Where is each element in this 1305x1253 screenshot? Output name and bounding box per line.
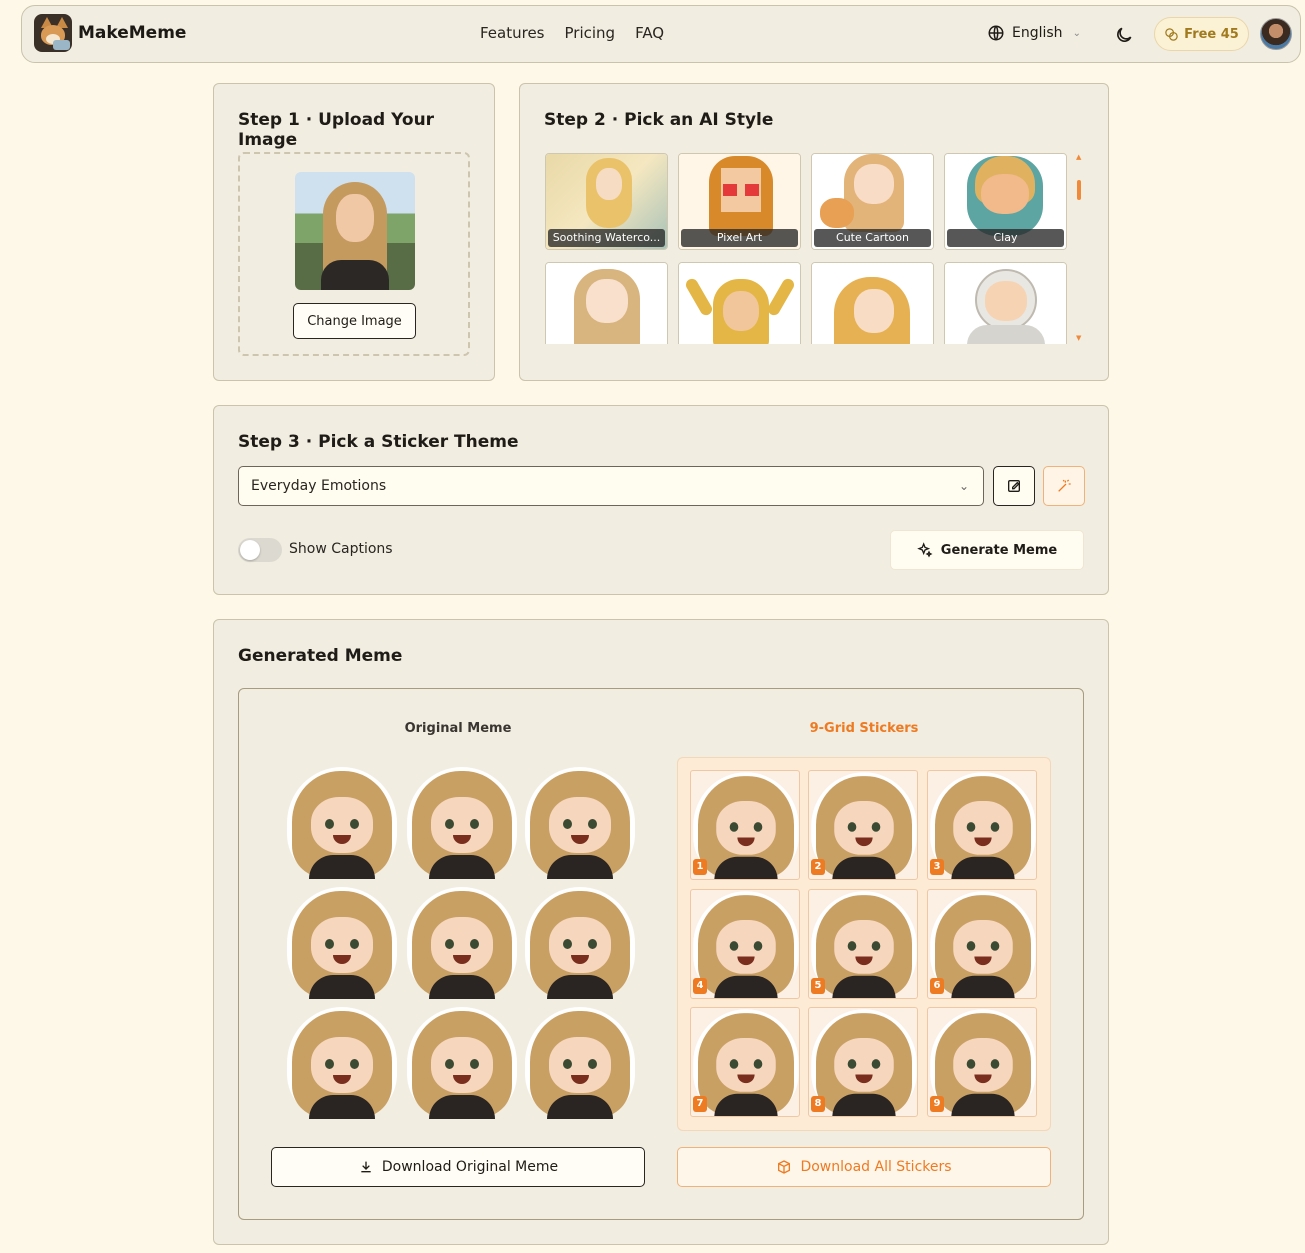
sticker-cell[interactable]: 2: [808, 770, 918, 880]
chevron-down-icon: ⌄: [1072, 27, 1081, 39]
style-gallery-scrollbar[interactable]: ▲ ▼: [1076, 154, 1082, 342]
nav-features[interactable]: Features: [480, 24, 545, 42]
sticker-image: [930, 772, 1036, 879]
credits-label: Free 45: [1184, 26, 1239, 42]
nine-grid-stickers: 1 2 3 4 5 6 7 8 9: [677, 757, 1051, 1131]
step1-title: Step 1 · Upload Your Image: [238, 110, 435, 150]
generate-meme-label: Generate Meme: [940, 542, 1058, 558]
magic-wand-icon: [1058, 479, 1071, 492]
style-tile-clay[interactable]: Clay: [944, 153, 1067, 250]
edit-theme-button[interactable]: [993, 466, 1035, 506]
nav-pricing[interactable]: Pricing: [565, 24, 616, 42]
coins-icon: [1165, 27, 1178, 41]
uploaded-photo: [295, 172, 415, 290]
original-meme-sticker: [525, 887, 635, 999]
style-tile-6[interactable]: [678, 262, 801, 344]
sticker-image: [811, 891, 917, 998]
original-meme-sticker: [525, 767, 635, 879]
original-meme-sticker: [407, 767, 517, 879]
original-meme-sticker: [287, 1007, 397, 1119]
sticker-cell[interactable]: 6: [927, 889, 1037, 999]
sticker-number-badge: 6: [930, 978, 944, 994]
shiba-logo-icon[interactable]: [34, 14, 72, 52]
style-tile-7[interactable]: [811, 262, 934, 344]
sticker-theme-select[interactable]: Everyday Emotions ⌄: [238, 466, 984, 506]
style-label: Soothing Waterco...: [548, 229, 665, 247]
user-avatar[interactable]: [1260, 18, 1292, 50]
original-meme-sticker: [287, 767, 397, 879]
language-label: English: [1012, 25, 1063, 41]
sticker-cell[interactable]: 4: [690, 889, 800, 999]
original-meme-sticker: [407, 887, 517, 999]
download-all-button[interactable]: Download All Stickers: [677, 1147, 1051, 1187]
sticker-theme-value: Everyday Emotions: [251, 478, 387, 494]
results-panel: Original Meme 9-Grid Stickers 123456789 …: [238, 688, 1084, 1220]
sticker-number-badge: 8: [811, 1096, 825, 1112]
sticker-number-badge: 5: [811, 978, 825, 994]
sticker-image: [930, 891, 1036, 998]
sticker-cell[interactable]: 8: [808, 1007, 918, 1117]
style-label: Cute Cartoon: [814, 229, 931, 247]
globe-icon: [988, 25, 1004, 41]
sticker-cell[interactable]: 7: [690, 1007, 800, 1117]
nav-faq[interactable]: FAQ: [635, 24, 664, 42]
sticker-number-badge: 2: [811, 859, 825, 875]
chevron-down-icon: ⌄: [958, 479, 969, 493]
sticker-number-badge: 4: [693, 978, 707, 994]
sticker-cell[interactable]: 3: [927, 770, 1037, 880]
sticker-number-badge: 9: [930, 1096, 944, 1112]
sticker-cell[interactable]: 9: [927, 1007, 1037, 1117]
style-tile-cute-cartoon[interactable]: Cute Cartoon: [811, 153, 934, 250]
sticker-image: [811, 1009, 917, 1116]
credits-badge[interactable]: Free 45: [1154, 17, 1249, 51]
style-gallery: Soothing Waterco... Pixel Art Cute Carto…: [544, 153, 1074, 344]
style-tile-8[interactable]: [944, 262, 1067, 344]
original-meme-sticker: [407, 1007, 517, 1119]
style-tile-watercolor[interactable]: Soothing Waterco...: [545, 153, 668, 250]
sticker-image: [693, 1009, 799, 1116]
sticker-image: [693, 772, 799, 879]
step3-card: Step 3 · Pick a Sticker Theme Everyday E…: [213, 405, 1109, 595]
download-original-button[interactable]: Download Original Meme: [271, 1147, 645, 1187]
generated-meme-title: Generated Meme: [238, 646, 403, 666]
step2-title: Step 2 · Pick an AI Style: [544, 110, 774, 130]
sticker-cell[interactable]: 1: [690, 770, 800, 880]
dark-mode-moon-icon[interactable]: [1114, 25, 1134, 45]
show-captions-label: Show Captions: [289, 541, 393, 557]
original-meme-title: Original Meme: [404, 721, 512, 736]
style-label: Pixel Art: [681, 229, 798, 247]
generate-meme-button[interactable]: Generate Meme: [890, 530, 1084, 570]
top-navbar: MakeMeme Features Pricing FAQ English ⌄ …: [21, 5, 1301, 63]
sticker-image: [930, 1009, 1036, 1116]
sticker-cell[interactable]: 5: [808, 889, 918, 999]
upload-dropzone[interactable]: Change Image: [238, 152, 470, 356]
sparkles-icon: [916, 542, 933, 558]
style-label: Clay: [947, 229, 1064, 247]
sticker-image: [693, 891, 799, 998]
sticker-number-badge: 3: [930, 859, 944, 875]
download-icon: [361, 1161, 371, 1173]
original-meme-sticker: [525, 1007, 635, 1119]
step1-card: Step 1 · Upload Your Image Change Image: [213, 83, 495, 381]
original-meme-sticker: [287, 887, 397, 999]
nine-grid-title: 9-Grid Stickers: [809, 721, 919, 736]
download-original-label: Download Original Meme: [381, 1159, 559, 1175]
style-tile-5[interactable]: [545, 262, 668, 344]
step3-title: Step 3 · Pick a Sticker Theme: [238, 432, 519, 452]
edit-icon: [1008, 480, 1020, 492]
main-nav: Features Pricing FAQ: [480, 24, 664, 42]
magic-theme-button[interactable]: [1043, 466, 1085, 506]
step2-card: Step 2 · Pick an AI Style Soothing Water…: [519, 83, 1109, 381]
package-icon: [778, 1160, 791, 1174]
generated-meme-card: Generated Meme Original Meme 9-Grid Stic…: [213, 619, 1109, 1245]
brand-name[interactable]: MakeMeme: [78, 23, 186, 43]
show-captions-toggle[interactable]: [238, 538, 282, 562]
style-tile-pixel-art[interactable]: Pixel Art: [678, 153, 801, 250]
change-image-button[interactable]: Change Image: [293, 303, 416, 339]
sticker-image: [811, 772, 917, 879]
sticker-number-badge: 1: [693, 859, 707, 875]
language-selector[interactable]: English ⌄: [987, 24, 1081, 42]
download-all-label: Download All Stickers: [800, 1159, 952, 1175]
sticker-number-badge: 7: [693, 1096, 707, 1112]
